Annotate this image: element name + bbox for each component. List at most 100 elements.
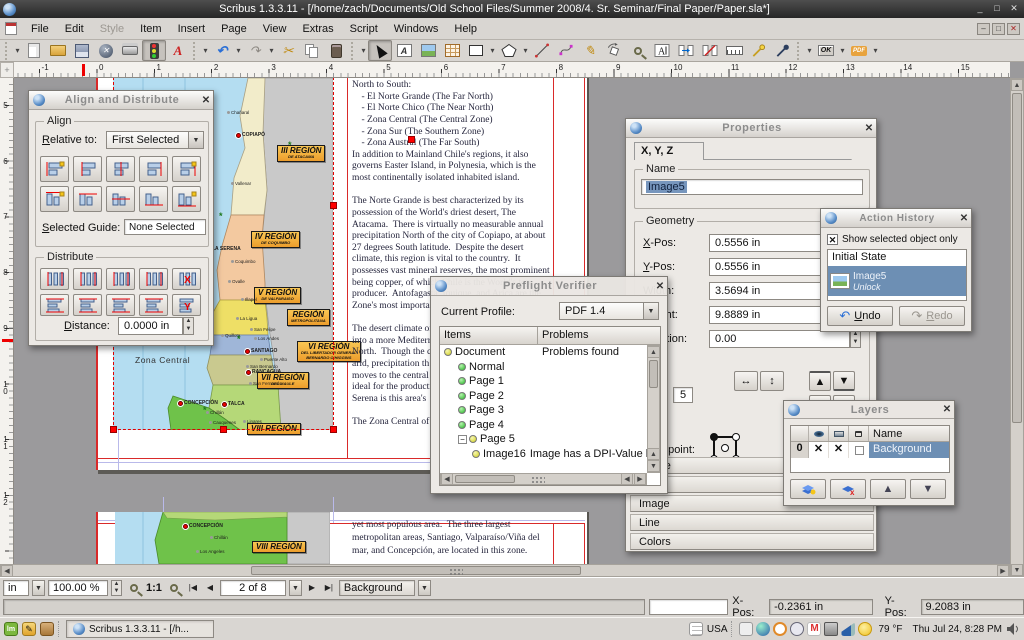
align-top-out-button[interactable]: [40, 186, 69, 212]
table-button[interactable]: [440, 40, 464, 61]
horizontal-scrollbar[interactable]: ◀ ▶: [0, 564, 1010, 577]
layer-printable-checkbox[interactable]: ✕: [829, 442, 849, 458]
dist-top-button[interactable]: [40, 294, 69, 316]
temperature-label[interactable]: 79 °F: [878, 624, 902, 635]
window-maximize-button[interactable]: □: [990, 3, 1004, 15]
last-page-button[interactable]: ▶|: [322, 580, 336, 596]
search-icon[interactable]: [773, 622, 787, 636]
preflight-titlebar[interactable]: Preflight Verifier ✕: [431, 277, 667, 296]
close-icon[interactable]: ✕: [653, 281, 667, 292]
edit-contents-button[interactable]: OK: [814, 40, 838, 61]
undo-button[interactable]: ↶: [210, 40, 234, 61]
menu-file[interactable]: File: [23, 20, 57, 38]
zoom-input[interactable]: 100.00 %: [48, 580, 108, 596]
preflight-button[interactable]: [142, 40, 166, 61]
dist-center-v-button[interactable]: [73, 268, 102, 290]
close-icon[interactable]: ✕: [862, 123, 876, 134]
menu-help[interactable]: Help: [446, 20, 485, 38]
layer-row[interactable]: 0✕✕Background: [791, 442, 949, 458]
zoom-out-button[interactable]: [125, 577, 143, 598]
menu-edit[interactable]: Edit: [57, 20, 92, 38]
basepoint-topright[interactable]: [732, 433, 740, 441]
copy-button[interactable]: [300, 40, 324, 61]
zoom-in-button[interactable]: [165, 577, 183, 598]
text-frame-page2[interactable]: yet most populous area. The three larges…: [352, 519, 540, 558]
dist-x-button[interactable]: X: [172, 268, 201, 290]
menu-item[interactable]: Item: [132, 20, 169, 38]
vertical-ruler[interactable]: 567891 01 11 2: [0, 78, 14, 564]
selection-handle-middle-right[interactable]: [330, 202, 337, 209]
undo-button[interactable]: ↶Undo: [827, 306, 893, 326]
problems-column-header[interactable]: Problems: [538, 327, 660, 344]
mdi-restore-button[interactable]: □: [992, 23, 1005, 35]
mdi-minimize-button[interactable]: –: [977, 23, 990, 35]
chevron-down-icon[interactable]: ▾: [267, 46, 276, 55]
unit-caret-icon[interactable]: ▼: [32, 580, 45, 596]
profile-select[interactable]: PDF 1.4 ▼: [559, 302, 659, 320]
align-top-button[interactable]: [73, 186, 102, 212]
document-icon[interactable]: [5, 22, 17, 35]
unlink-frames-button[interactable]: [698, 40, 722, 61]
chevron-down-icon[interactable]: ▼: [644, 302, 659, 320]
redo-button[interactable]: ↷Redo: [899, 306, 965, 326]
layer-name[interactable]: Background: [869, 442, 949, 458]
tab-line[interactable]: Line: [630, 514, 874, 531]
history-row[interactable]: Image5Unlock: [828, 266, 966, 296]
ruler-origin-button[interactable]: +: [0, 62, 14, 78]
distance-spinner[interactable]: ▲▼: [183, 317, 194, 335]
chevron-down-icon[interactable]: ▾: [359, 46, 368, 55]
layer-visible-checkbox[interactable]: ✕: [809, 442, 829, 458]
history-row[interactable]: Initial State: [828, 250, 966, 266]
selection-handle[interactable]: [408, 136, 415, 143]
measure-button[interactable]: [722, 40, 746, 61]
gmail-icon[interactable]: M: [807, 622, 821, 636]
lower-layer-button[interactable]: ▼: [910, 479, 946, 499]
preflight-row[interactable]: Image16Image has a DPI-Value les: [440, 447, 660, 462]
clock-icon[interactable]: [790, 622, 804, 636]
page-indicator[interactable]: 2 of 8: [220, 580, 286, 596]
print-button[interactable]: [118, 40, 142, 61]
add-layer-button[interactable]: [790, 479, 826, 499]
delete-layer-button[interactable]: x: [830, 479, 866, 499]
menu-script[interactable]: Script: [342, 20, 386, 38]
level-down-button[interactable]: ▼: [833, 371, 855, 391]
flip-vertical-button[interactable]: ↕: [760, 371, 784, 391]
preflight-row[interactable]: Page 1: [440, 374, 660, 389]
preflight-hscrollbar[interactable]: ◀ ◀ ▶: [440, 473, 647, 485]
pdf-tools-button[interactable]: PDF: [847, 40, 871, 61]
next-page-button[interactable]: ▶: [305, 580, 319, 596]
volume-icon[interactable]: [1006, 622, 1020, 636]
network-icon[interactable]: [841, 622, 855, 636]
zoom-button[interactable]: [626, 40, 650, 61]
shape-button[interactable]: [464, 40, 488, 61]
dist-left-button[interactable]: [40, 268, 69, 290]
chevron-down-icon[interactable]: ▾: [488, 46, 497, 55]
copy-props-button[interactable]: [746, 40, 770, 61]
cut-button[interactable]: ✂: [276, 40, 300, 61]
weather-icon[interactable]: [858, 622, 872, 636]
link-frames-button[interactable]: [674, 40, 698, 61]
align-center-v-button[interactable]: [106, 156, 135, 182]
preflight-row[interactable]: −Page 5: [440, 432, 660, 447]
task-button-scribus[interactable]: Scribus 1.3.3.11 - [/h...: [66, 620, 214, 638]
rotate-button[interactable]: [602, 40, 626, 61]
raise-layer-button[interactable]: ▲: [870, 479, 906, 499]
align-right-out-button[interactable]: [172, 156, 201, 182]
chevron-down-icon[interactable]: ▾: [838, 46, 847, 55]
image-frame-button[interactable]: [416, 40, 440, 61]
keyboard-layout-label[interactable]: USA: [707, 624, 728, 635]
layer-locked-checkbox[interactable]: [849, 442, 869, 458]
horizontal-ruler[interactable]: -10123456789101112131415: [14, 62, 1010, 78]
previous-page-button[interactable]: ◀: [203, 580, 217, 596]
chevron-down-icon[interactable]: ▾: [805, 46, 814, 55]
paste-button[interactable]: [324, 40, 348, 61]
lock-icon[interactable]: [824, 622, 838, 636]
guide-line[interactable]: [118, 430, 119, 470]
tree-expander-icon[interactable]: −: [458, 435, 467, 444]
dist-gap-h-button[interactable]: [106, 294, 135, 316]
selection-handle-bottom-right[interactable]: [330, 426, 337, 433]
basepoint-topleft[interactable]: [710, 433, 718, 441]
keyboard-layout-icon[interactable]: [689, 622, 703, 636]
align-center-h-button[interactable]: [106, 186, 135, 212]
preflight-row[interactable]: Page 3: [440, 403, 660, 418]
